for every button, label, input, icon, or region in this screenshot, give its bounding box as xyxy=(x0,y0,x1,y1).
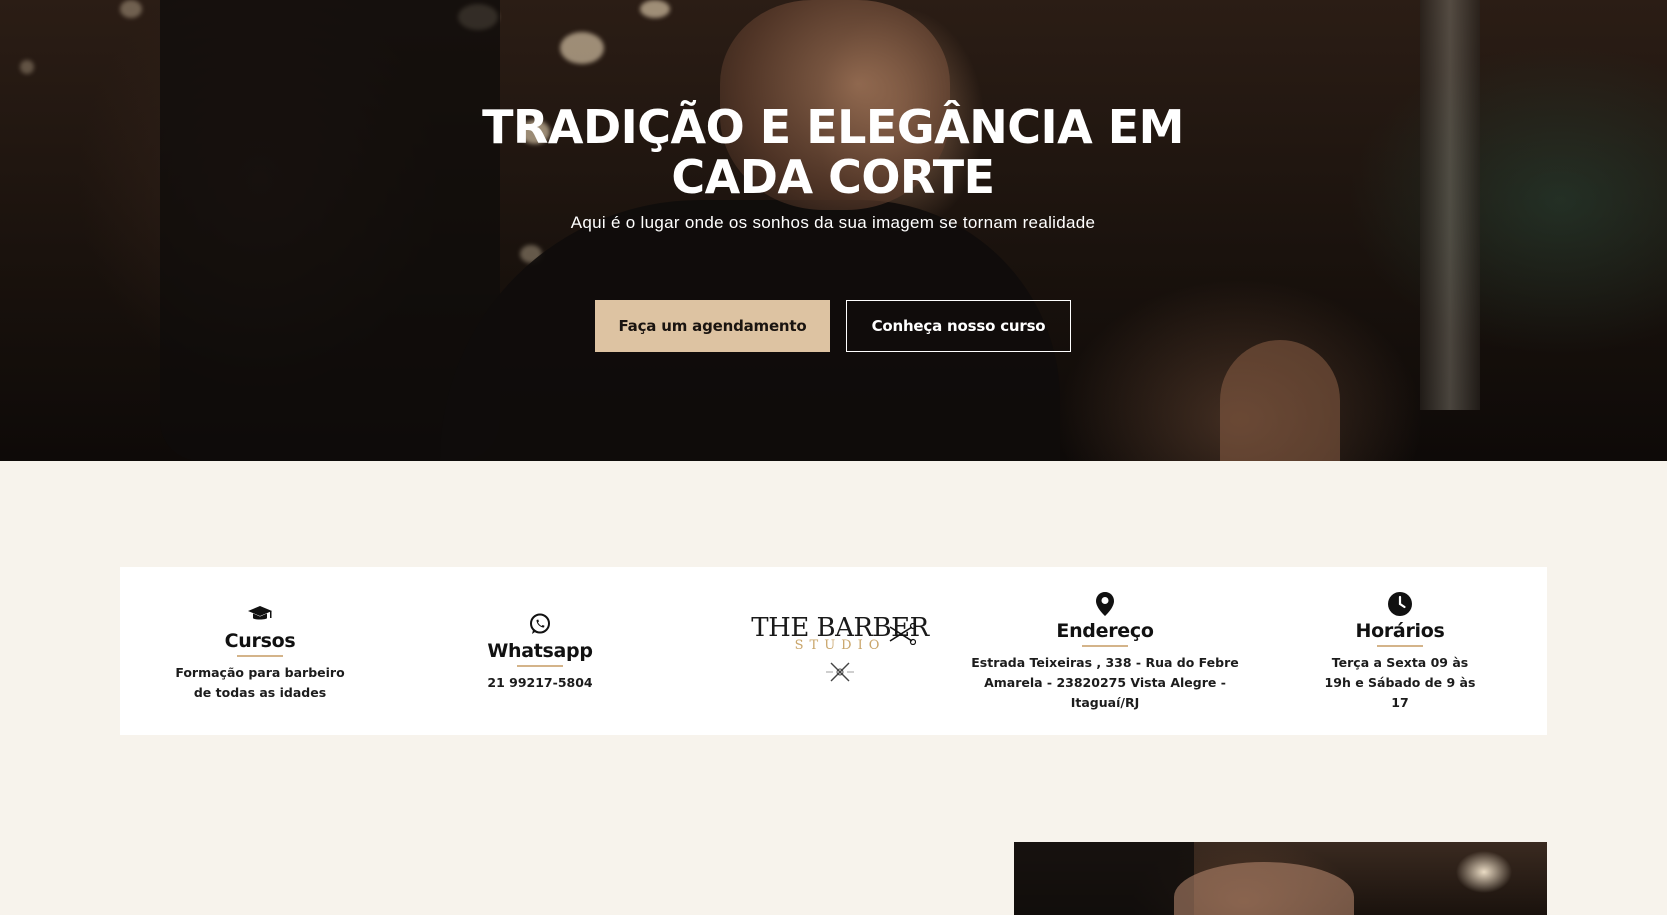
graduation-cap-icon xyxy=(246,600,274,628)
info-title: Endereço xyxy=(1056,619,1154,642)
info-whatsapp[interactable]: Whatsapp 21 99217-5804 xyxy=(450,567,630,735)
title-underline xyxy=(237,654,283,657)
course-button[interactable]: Conheça nosso curso xyxy=(846,300,1071,352)
hero-subtitle: Aqui é o lugar onde os sonhos da sua ima… xyxy=(570,213,1096,232)
info-endereco: Endereço Estrada Teixeiras , 338 - Rua d… xyxy=(965,567,1245,735)
title-underline xyxy=(1377,644,1423,647)
info-text: Estrada Teixeiras , 338 - Rua do Febre A… xyxy=(971,654,1239,710)
info-title: Cursos xyxy=(224,629,296,652)
whatsapp-number[interactable]: 21 99217-5804 xyxy=(487,673,592,693)
title-underline xyxy=(1082,644,1128,647)
whatsapp-icon xyxy=(526,610,554,638)
hero-section: TRADIÇÃO E ELEGÂNCIA EM CADA CORTE Aqui … xyxy=(0,0,1667,461)
info-horarios: Horários Terça a Sexta 09 às 19h e Sábad… xyxy=(1305,567,1495,735)
info-text: Formação para barbeiro de todas as idade… xyxy=(175,664,345,700)
scissors-icon xyxy=(888,622,917,649)
title-underline xyxy=(517,664,563,667)
clock-icon xyxy=(1386,590,1414,618)
hero-title: TRADIÇÃO E ELEGÂNCIA EM CADA CORTE xyxy=(482,100,1184,204)
brand-logo[interactable]: THE BARBER STUDIO xyxy=(740,567,940,735)
schedule-button[interactable]: Faça um agendamento xyxy=(595,300,830,352)
info-bar: Cursos Formação para barbeiro de todas a… xyxy=(120,567,1547,735)
barber-photo xyxy=(1014,842,1547,915)
info-cursos: Cursos Formação para barbeiro de todas a… xyxy=(170,567,350,735)
map-pin-icon xyxy=(1091,590,1119,618)
crossed-razors-icon xyxy=(825,660,855,688)
info-title: Whatsapp xyxy=(487,639,593,662)
info-title: Horários xyxy=(1355,619,1445,642)
info-text: Terça a Sexta 09 às 19h e Sábado de 9 às… xyxy=(1324,654,1476,710)
